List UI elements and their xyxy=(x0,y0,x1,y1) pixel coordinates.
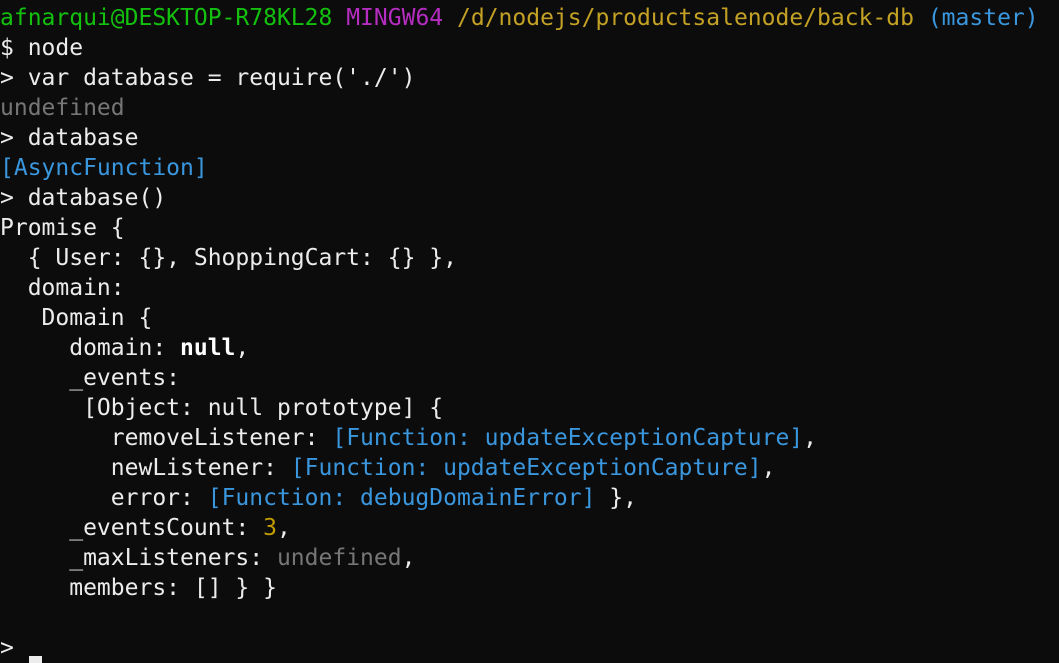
terminal-line: error: [Function: debugDomainError] }, xyxy=(0,483,1059,513)
terminal-line: [AsyncFunction] xyxy=(0,153,1059,183)
terminal-line: _eventsCount: 3, xyxy=(0,513,1059,543)
terminal-line: Domain { xyxy=(0,303,1059,333)
terminal-text: Domain { xyxy=(0,305,153,331)
terminal-line: $ node xyxy=(0,33,1059,63)
terminal-text: [Object: null prototype] { xyxy=(0,395,444,421)
terminal-text: { User: {}, ShoppingCart: {} }, xyxy=(0,245,457,271)
terminal-line: [Object: null prototype] { xyxy=(0,393,1059,423)
terminal-text: (master) xyxy=(927,5,1039,31)
terminal-text: _eventsCount: xyxy=(0,515,264,541)
terminal-line: members: [] } } xyxy=(0,573,1059,603)
terminal-line: { User: {}, ShoppingCart: {} }, xyxy=(0,243,1059,273)
terminal-text: , xyxy=(761,455,776,481)
terminal-text: , xyxy=(401,545,416,571)
terminal-line: newListener: [Function: updateExceptionC… xyxy=(0,453,1059,483)
terminal-line: _events: xyxy=(0,363,1059,393)
terminal-text: _events: xyxy=(0,365,181,391)
terminal-line: removeListener: [Function: updateExcepti… xyxy=(0,423,1059,453)
terminal-window[interactable]: afnarqui@DESKTOP-R78KL28 MINGW64 /d/node… xyxy=(0,3,1059,663)
terminal-text: , xyxy=(276,515,291,541)
terminal-text: , xyxy=(803,425,818,451)
prompt-line[interactable]: > xyxy=(0,633,1059,663)
terminal-text: , xyxy=(235,335,250,361)
terminal-text: 3 xyxy=(263,515,277,541)
terminal-text: [Function: updateExceptionCapture] xyxy=(290,455,762,481)
terminal-line: _maxListeners: undefined, xyxy=(0,543,1059,573)
terminal-text: error: xyxy=(0,485,208,511)
terminal-line: domain: null, xyxy=(0,333,1059,363)
terminal-text: newListener: xyxy=(0,455,291,481)
terminal-line: afnarqui@DESKTOP-R78KL28 MINGW64 /d/node… xyxy=(0,3,1059,33)
terminal-text: [Function: debugDomainError] xyxy=(207,485,596,511)
terminal-text: > xyxy=(0,635,28,661)
terminal-line: Promise { xyxy=(0,213,1059,243)
text-cursor xyxy=(28,656,42,663)
terminal-line: > database xyxy=(0,123,1059,153)
terminal-line: > var database = require('./') xyxy=(0,63,1059,93)
terminal-text: $ node xyxy=(0,35,84,61)
terminal-line: > database() xyxy=(0,183,1059,213)
terminal-text: undefined xyxy=(0,95,125,121)
terminal-line: domain: xyxy=(0,273,1059,303)
terminal-text: _maxListeners: xyxy=(0,545,277,571)
terminal-text: domain: xyxy=(0,335,181,361)
terminal-text: MINGW64 xyxy=(346,5,444,31)
terminal-text: null xyxy=(180,335,236,361)
terminal-line: undefined xyxy=(0,93,1059,123)
terminal-text: afnarqui@DESKTOP-R78KL28 xyxy=(0,5,333,31)
terminal-text: /d/nodejs/productsalenode/back-db xyxy=(457,5,914,31)
terminal-text: members: [] } } xyxy=(0,575,277,601)
terminal-text: domain: xyxy=(0,275,125,301)
terminal-text: undefined xyxy=(276,545,402,571)
terminal-text: > database xyxy=(0,125,139,151)
terminal-text: > var database = require('./') xyxy=(0,65,416,91)
terminal-text: [AsyncFunction] xyxy=(0,155,208,181)
terminal-text: }, xyxy=(595,485,637,511)
terminal-text: [Function: updateExceptionCapture] xyxy=(332,425,804,451)
terminal-text: Promise { xyxy=(0,215,125,241)
terminal-text: removeListener: xyxy=(0,425,333,451)
terminal-text: > database() xyxy=(0,185,167,211)
